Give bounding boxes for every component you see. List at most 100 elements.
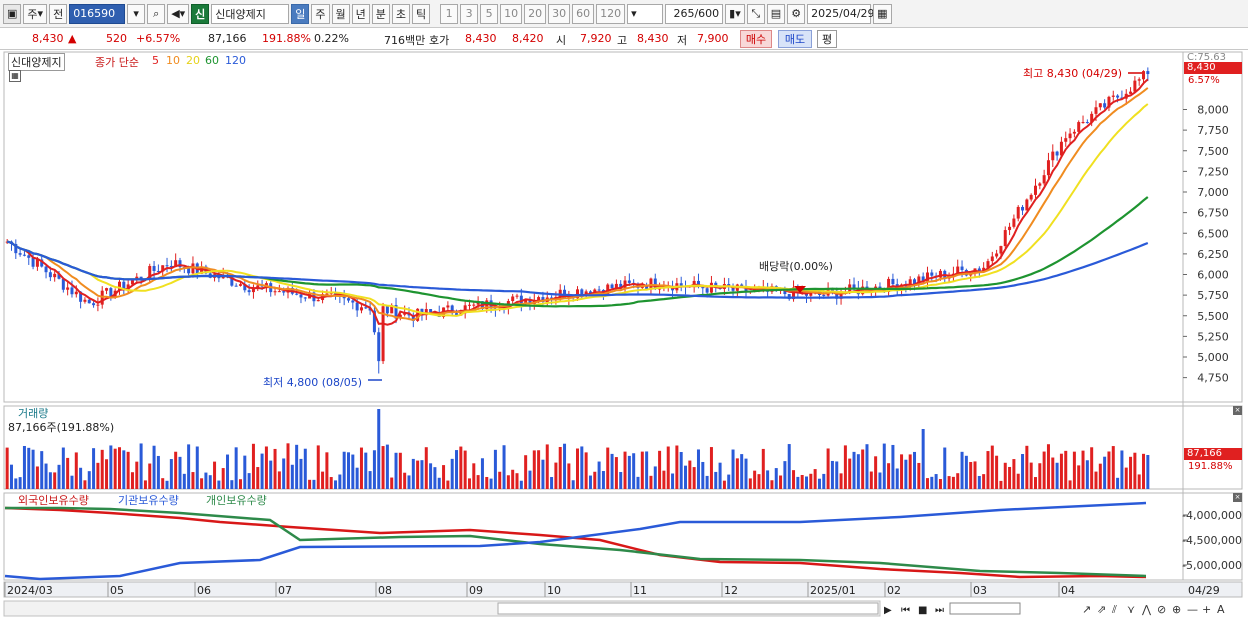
candle-body [1046,160,1050,176]
drawing-tool-icon: ⊕ [1172,603,1181,616]
candle-body [1077,122,1081,132]
candle-body [597,289,601,291]
legend-stock-name[interactable]: 신대양제지 [8,53,65,71]
period-tab-minute[interactable]: 분 [371,3,390,24]
minute-option-5[interactable]: 5 [480,3,499,24]
minute-option-1[interactable]: 1 [440,3,459,24]
period-tab-second[interactable]: 초 [391,3,411,24]
candle-body [960,266,964,270]
volume-bar [5,447,9,489]
low-label: 저 [677,34,688,47]
volume-bar [61,447,65,489]
volume-bar [359,447,363,489]
volume-bar [882,443,886,489]
volume-bar [416,460,420,489]
save-icon[interactable]: ▤ [766,3,786,24]
period-tab-year[interactable]: 년 [351,3,370,24]
foreign-holdings-line [4,506,1147,579]
volume-bar [48,472,52,489]
candle-body [187,268,191,274]
buy-button[interactable]: 매수 [740,30,772,48]
ma-line-20 [6,103,1149,317]
date-field[interactable]: 2025/04/29 [807,3,875,24]
period-tab-day[interactable]: 일 [291,3,310,24]
open-label: 시 [556,34,567,47]
volume-bar [178,456,182,489]
high-marker: 최고 8,430 (04/29) [1023,67,1123,80]
volume-bar [1008,466,1012,489]
volume-bar [960,451,964,489]
candle-body [48,272,52,278]
volume-bar [761,448,765,489]
period-tab-month[interactable]: 월 [331,3,350,24]
volume-bar [1137,474,1141,489]
volume-bar [230,480,234,489]
candle-body [1051,151,1055,161]
grid-toggle-icon[interactable]: ▦ [9,70,21,82]
candle-type-icon[interactable]: ▮▾ [725,3,745,24]
volume-bar [79,467,83,489]
stock-code-input[interactable]: 016590 [69,3,126,24]
candle-body [822,294,826,296]
close-icon[interactable]: × [1233,406,1242,415]
candle-body [18,253,22,255]
volume-bar [787,444,791,489]
candle-body [1034,185,1037,195]
minute-option-60[interactable]: 60 [572,3,595,24]
count-field[interactable]: 265/600 [665,3,724,24]
volume-bar [1042,451,1046,489]
legend-ma-label: 종가 단순 [95,56,139,69]
code-dropdown-icon[interactable]: ▾ [127,3,146,24]
minute-option-3[interactable]: 3 [460,3,479,24]
volume-bar [632,453,636,489]
price-tick-label: 4,750 [1197,372,1229,385]
minute-custom-input[interactable]: ▾ [627,3,664,24]
volume-bar [917,462,921,489]
period-tab-week[interactable]: 주 [311,3,330,24]
volume-bar [852,451,856,489]
gear-icon[interactable]: ⚙ [787,3,806,24]
volume-bar [493,449,497,489]
volume-bar [364,452,368,489]
price-tick-label: 6,250 [1197,248,1229,261]
minute-option-20[interactable]: 20 [524,3,547,24]
minute-option-120[interactable]: 120 [596,3,626,24]
price-tick-label: 5,250 [1197,330,1229,343]
candle-body [277,291,281,293]
volume-bar [18,477,22,489]
stock-name-field[interactable]: 신대양제지 [211,3,290,24]
speaker-icon[interactable]: ◀▾ [167,3,190,24]
market-select[interactable]: 주 ▾ [23,3,48,24]
minute-option-10[interactable]: 10 [500,3,523,24]
x-axis-current-date: 04/29 [1188,584,1220,597]
sell-button[interactable]: 매도 [778,30,812,48]
search-icon[interactable]: ⌕ [147,3,166,24]
calendar-icon[interactable]: ▦ [873,3,892,24]
drawing-tool-icon: ↗ [1082,603,1091,616]
chart-window-icon[interactable]: ▣ [3,3,22,24]
avg-price-button[interactable]: 평 [817,30,837,48]
volume-bar [640,451,644,489]
volume-bar [545,444,549,489]
draw-tool-icon[interactable]: ⤡ [746,3,765,24]
stock-chart[interactable]: 8,000 7,750 7,500 7,250 7,000 6,750 6,500 6,250… [0,50,1248,621]
volume-bar [295,444,299,489]
period-tab-tick[interactable]: 틱 [412,3,431,24]
credit-badge[interactable]: 신 [191,3,210,24]
volume-bar [57,464,61,489]
prev-button[interactable]: 전 [49,3,68,24]
volume-axis-pct: 191.88% [1188,461,1233,472]
volume-bar [217,480,221,489]
volume-bar [1116,477,1120,489]
volume-bar [1072,451,1076,489]
minute-option-30[interactable]: 30 [548,3,571,24]
low-marker: 최저 4,800 (08/05) [263,376,363,389]
close-icon[interactable]: × [1233,493,1242,502]
candle-body [1025,199,1029,211]
volume-bar [1111,446,1115,489]
volume-bar [351,454,355,489]
institution-holdings-line [4,501,1147,581]
volume-bar [550,477,554,489]
candle-body [1116,95,1120,98]
volume-bar [40,451,44,489]
